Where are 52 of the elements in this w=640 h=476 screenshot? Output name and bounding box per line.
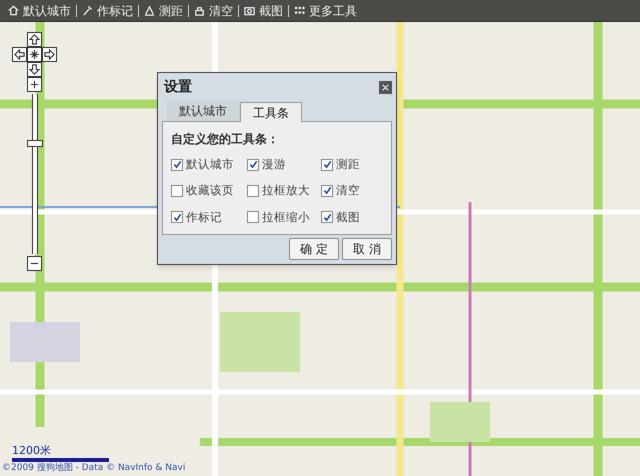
checkbox[interactable] bbox=[321, 158, 333, 171]
checkbox-label: 作标记 bbox=[186, 208, 222, 226]
right-arrow-icon bbox=[44, 49, 55, 60]
left-arrow-icon bbox=[14, 49, 25, 60]
toolbar-button[interactable]: 清空 bbox=[194, 2, 233, 20]
checkbox[interactable] bbox=[247, 211, 259, 224]
tab[interactable]: 默认城市 bbox=[166, 101, 240, 121]
pin-icon bbox=[82, 5, 93, 16]
pan-down-button[interactable] bbox=[27, 62, 42, 77]
zoom-slider-thumb[interactable] bbox=[26, 140, 42, 147]
checkbox[interactable] bbox=[321, 184, 333, 197]
toolbar-button[interactable]: 截图 bbox=[244, 2, 283, 20]
dialog-button[interactable]: 取 消 bbox=[342, 238, 392, 260]
toolbar-button[interactable]: 测距 bbox=[144, 2, 183, 20]
plus-icon bbox=[29, 79, 40, 90]
dialog-title: 设置 bbox=[162, 78, 192, 97]
checkbox-label: 截图 bbox=[336, 208, 360, 226]
dialog-button[interactable]: 确 定 bbox=[289, 238, 339, 260]
checkbox-label: 测距 bbox=[336, 156, 360, 173]
checkbox[interactable] bbox=[171, 211, 183, 224]
checkbox-label: 拉框缩小 bbox=[262, 208, 310, 226]
pan-right-button[interactable] bbox=[42, 47, 57, 62]
close-button[interactable]: × bbox=[379, 81, 392, 94]
toolbar-button[interactable]: 作标记 bbox=[82, 2, 133, 20]
checkbox-label: 拉框放大 bbox=[262, 182, 310, 200]
asterisk-icon bbox=[29, 49, 40, 60]
down-arrow-icon bbox=[29, 64, 40, 75]
checkbox-label: 默认城市 bbox=[186, 156, 234, 173]
panel-heading: 自定义您的工具条： bbox=[171, 131, 280, 148]
checkbox[interactable] bbox=[247, 158, 259, 171]
checkbox[interactable] bbox=[171, 184, 183, 197]
toolbar-button[interactable]: 更多工具 bbox=[294, 2, 357, 20]
zoom-out-button[interactable] bbox=[27, 256, 42, 271]
scale-label: 1200米 bbox=[12, 445, 52, 456]
pan-up-button[interactable] bbox=[27, 32, 42, 47]
checkbox-label: 清空 bbox=[336, 182, 360, 200]
toolbar-button[interactable]: 默认城市 bbox=[8, 2, 71, 20]
camera-icon bbox=[244, 5, 255, 16]
tab[interactable]: 工具条 bbox=[240, 102, 302, 122]
checkbox[interactable] bbox=[247, 184, 259, 197]
pan-left-button[interactable] bbox=[12, 47, 27, 62]
checkbox-label: 漫游 bbox=[262, 156, 286, 173]
center-button[interactable] bbox=[27, 47, 42, 62]
zoom-in-button[interactable] bbox=[27, 77, 42, 92]
checkbox[interactable] bbox=[171, 158, 183, 171]
zoom-slider-track[interactable] bbox=[26, 94, 42, 254]
checkbox-label: 收藏该页 bbox=[186, 182, 234, 200]
home-icon bbox=[8, 5, 19, 16]
checkbox[interactable] bbox=[321, 211, 333, 224]
grid-icon bbox=[294, 5, 305, 16]
up-arrow-icon bbox=[29, 34, 40, 45]
copyright-text: ©2009 搜狗地图 - Data © NavInfo & Navi bbox=[2, 462, 186, 474]
